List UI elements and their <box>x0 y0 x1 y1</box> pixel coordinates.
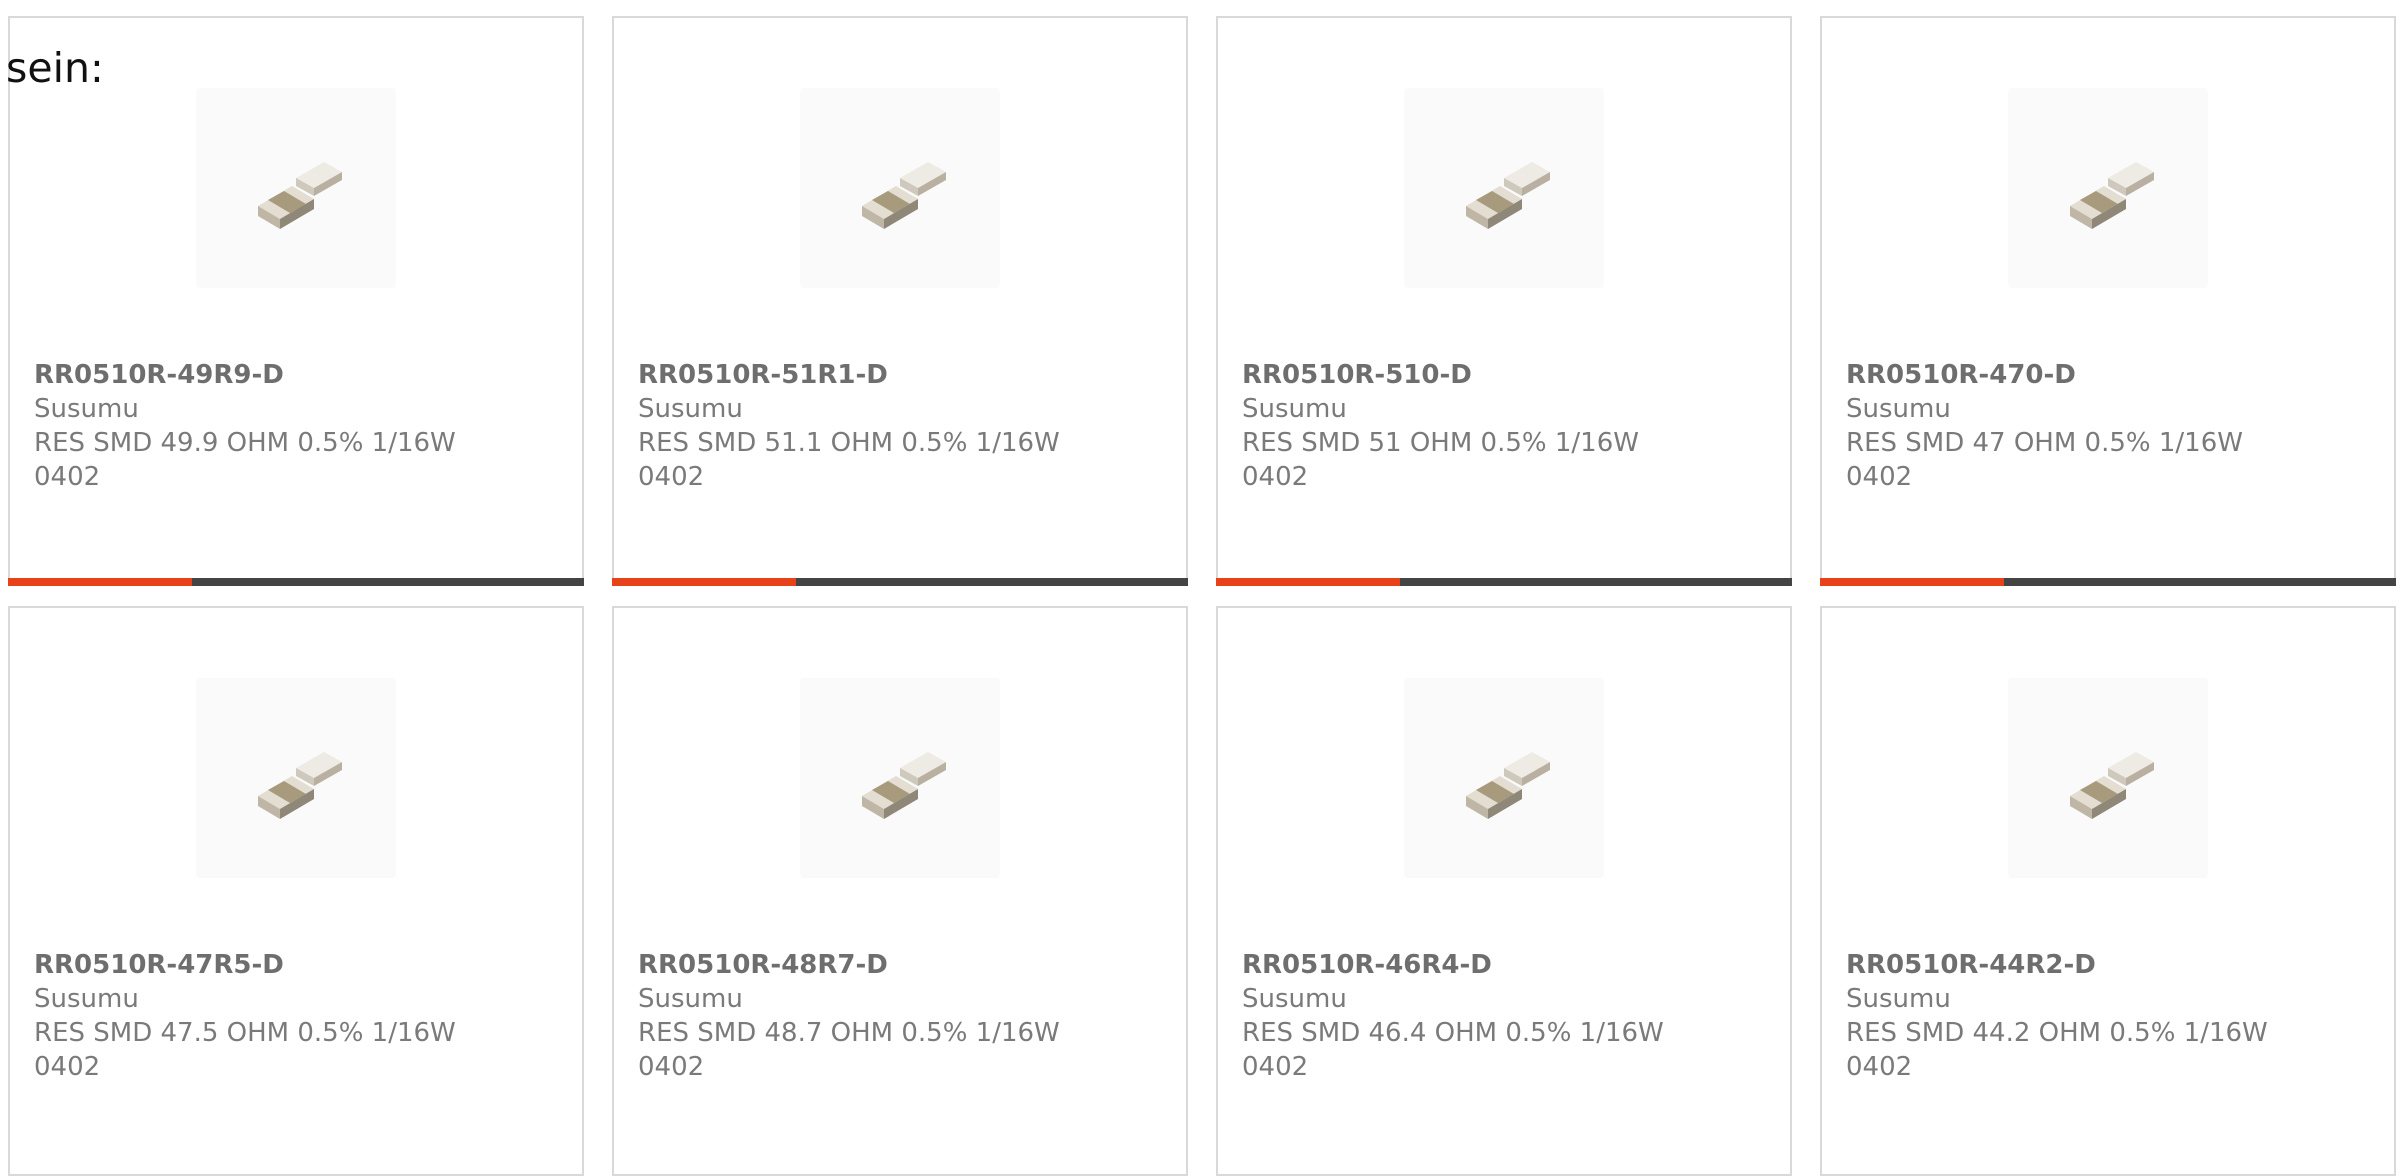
smd-resistor-image[interactable] <box>800 678 1000 878</box>
part-number-link[interactable]: RR0510R-48R7-D <box>638 948 1158 982</box>
part-number-link[interactable]: RR0510R-47R5-D <box>34 948 554 982</box>
part-number-link[interactable]: RR0510R-470-D <box>1846 358 2366 392</box>
product-info: RR0510R-51R1-D Susumu RES SMD 51.1 OHM 0… <box>638 358 1158 494</box>
progress-bar <box>612 578 1188 586</box>
smd-resistor-icon <box>862 162 946 229</box>
product-card[interactable]: RR0510R-510-D Susumu RES SMD 51 OHM 0.5%… <box>1216 16 1792 586</box>
description-text: RES SMD 46.4 OHM 0.5% 1/16W 0402 <box>1242 1018 1664 1082</box>
smd-resistor-image[interactable] <box>2008 678 2208 878</box>
smd-resistor-icon <box>862 752 946 819</box>
product-card[interactable]: RR0510R-46R4-D Susumu RES SMD 46.4 OHM 0… <box>1216 606 1792 1176</box>
part-number-link[interactable]: RR0510R-44R2-D <box>1846 948 2366 982</box>
product-card[interactable]: RR0510R-51R1-D Susumu RES SMD 51.1 OHM 0… <box>612 16 1188 586</box>
smd-resistor-icon <box>258 162 342 229</box>
part-number-link[interactable]: RR0510R-49R9-D <box>34 358 554 392</box>
description-text: RES SMD 47.5 OHM 0.5% 1/16W 0402 <box>34 1018 456 1082</box>
description-text: RES SMD 44.2 OHM 0.5% 1/16W 0402 <box>1846 1018 2268 1082</box>
description-text: RES SMD 49.9 OHM 0.5% 1/16W 0402 <box>34 428 456 492</box>
smd-resistor-icon <box>2070 162 2154 229</box>
product-card[interactable]: RR0510R-48R7-D Susumu RES SMD 48.7 OHM 0… <box>612 606 1188 1176</box>
smd-resistor-image[interactable] <box>196 678 396 878</box>
smd-resistor-image[interactable] <box>196 88 396 288</box>
progress-bar <box>8 578 584 586</box>
manufacturer-label: Susumu <box>638 984 743 1014</box>
manufacturer-label: Susumu <box>1846 984 1951 1014</box>
manufacturer-label: Susumu <box>1846 394 1951 424</box>
smd-resistor-image[interactable] <box>800 88 1000 288</box>
product-info: RR0510R-48R7-D Susumu RES SMD 48.7 OHM 0… <box>638 948 1158 1084</box>
smd-resistor-image[interactable] <box>2008 88 2208 288</box>
smd-resistor-icon <box>2070 752 2154 819</box>
manufacturer-label: Susumu <box>34 394 139 424</box>
product-card[interactable]: RR0510R-47R5-D Susumu RES SMD 47.5 OHM 0… <box>8 606 584 1176</box>
description-text: RES SMD 47 OHM 0.5% 1/16W 0402 <box>1846 428 2243 492</box>
description-text: RES SMD 51.1 OHM 0.5% 1/16W 0402 <box>638 428 1060 492</box>
manufacturer-label: Susumu <box>34 984 139 1014</box>
description-text: RES SMD 48.7 OHM 0.5% 1/16W 0402 <box>638 1018 1060 1082</box>
product-info: RR0510R-47R5-D Susumu RES SMD 47.5 OHM 0… <box>34 948 554 1084</box>
part-number-link[interactable]: RR0510R-46R4-D <box>1242 948 1762 982</box>
product-card[interactable]: RR0510R-44R2-D Susumu RES SMD 44.2 OHM 0… <box>1820 606 2396 1176</box>
product-info: RR0510R-510-D Susumu RES SMD 51 OHM 0.5%… <box>1242 358 1762 494</box>
progress-fill <box>612 578 797 586</box>
product-card[interactable]: RR0510R-49R9-D Susumu RES SMD 49.9 OHM 0… <box>8 16 584 586</box>
progress-fill <box>8 578 193 586</box>
smd-resistor-icon <box>258 752 342 819</box>
manufacturer-label: Susumu <box>1242 984 1347 1014</box>
smd-resistor-icon <box>1466 752 1550 819</box>
smd-resistor-image[interactable] <box>1404 88 1604 288</box>
progress-bar <box>1820 578 2396 586</box>
progress-fill <box>1216 578 1401 586</box>
progress-bar <box>1216 578 1792 586</box>
manufacturer-label: Susumu <box>1242 394 1347 424</box>
product-info: RR0510R-470-D Susumu RES SMD 47 OHM 0.5%… <box>1846 358 2366 494</box>
product-info: RR0510R-46R4-D Susumu RES SMD 46.4 OHM 0… <box>1242 948 1762 1084</box>
smd-resistor-image[interactable] <box>1404 678 1604 878</box>
manufacturer-label: Susumu <box>638 394 743 424</box>
product-card[interactable]: RR0510R-470-D Susumu RES SMD 47 OHM 0.5%… <box>1820 16 2396 586</box>
progress-fill <box>1820 578 2005 586</box>
description-text: RES SMD 51 OHM 0.5% 1/16W 0402 <box>1242 428 1639 492</box>
product-info: RR0510R-44R2-D Susumu RES SMD 44.2 OHM 0… <box>1846 948 2366 1084</box>
part-number-link[interactable]: RR0510R-510-D <box>1242 358 1762 392</box>
intro-text: sein: <box>6 44 104 92</box>
product-info: RR0510R-49R9-D Susumu RES SMD 49.9 OHM 0… <box>34 358 554 494</box>
smd-resistor-icon <box>1466 162 1550 229</box>
part-number-link[interactable]: RR0510R-51R1-D <box>638 358 1158 392</box>
